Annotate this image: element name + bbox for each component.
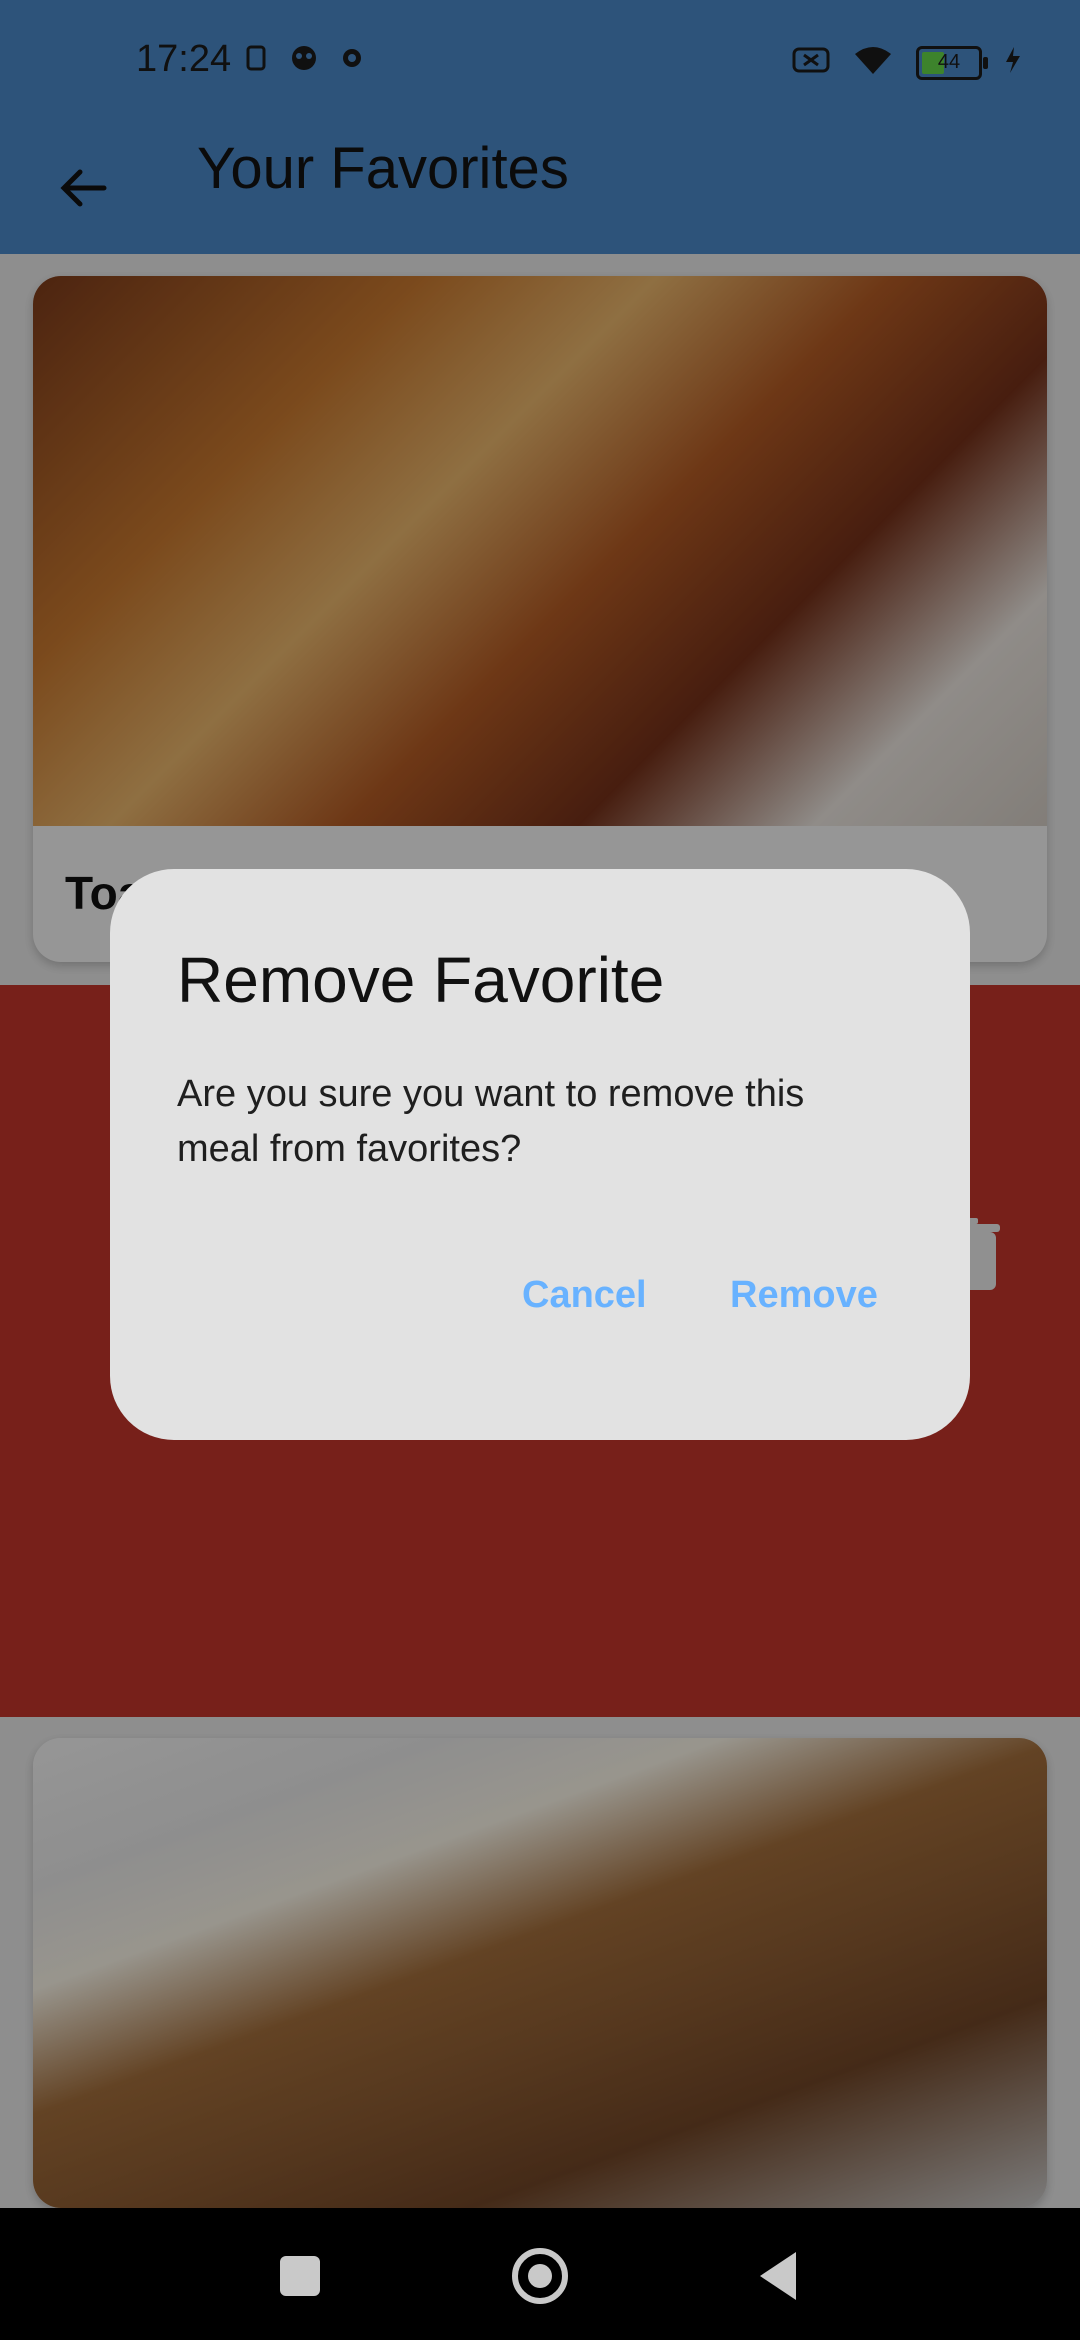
remove-favorite-dialog: Remove Favorite Are you sure you want to… (110, 869, 970, 1440)
navigation-bar (0, 2208, 1080, 2340)
dialog-message: Are you sure you want to remove this mea… (177, 1073, 805, 1170)
cancel-button[interactable]: Cancel (522, 1274, 647, 1317)
home-icon[interactable] (512, 2248, 568, 2304)
back-icon[interactable] (760, 2252, 796, 2300)
remove-button[interactable]: Remove (730, 1274, 878, 1317)
recent-apps-icon[interactable] (280, 2256, 320, 2296)
dialog-title: Remove Favorite (177, 944, 665, 1016)
